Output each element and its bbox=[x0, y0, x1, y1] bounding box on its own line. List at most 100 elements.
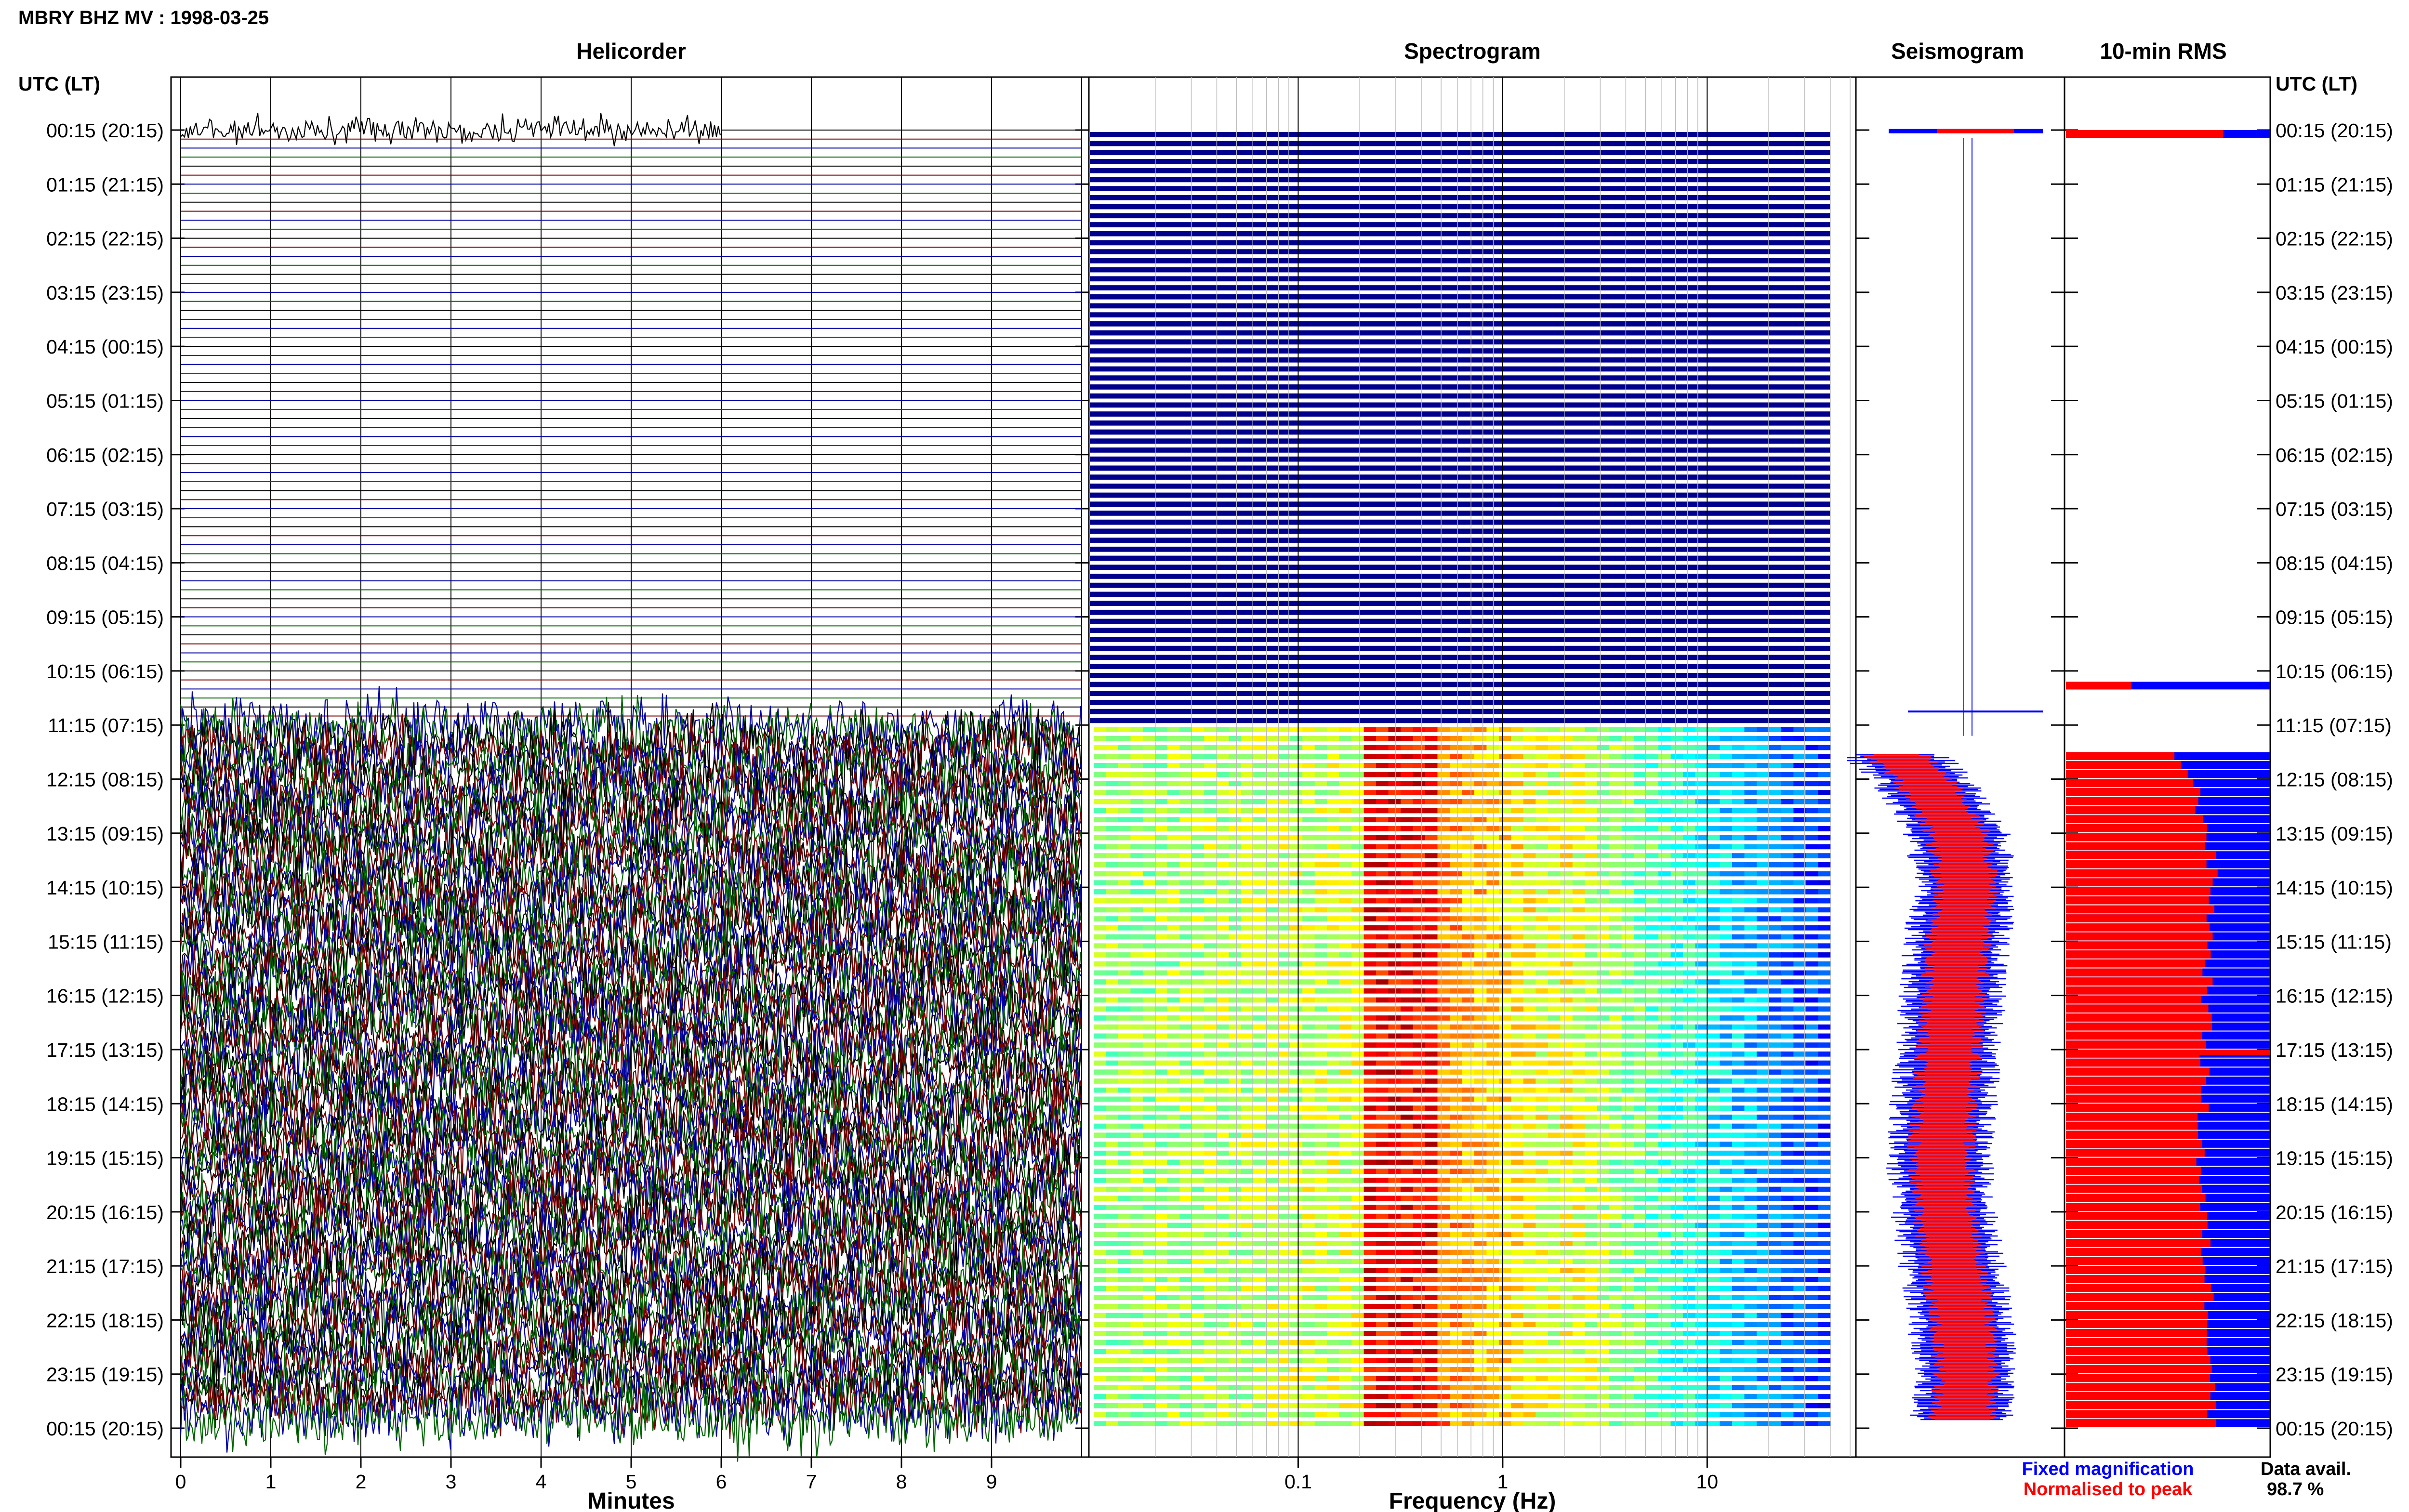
spectrogram-cell bbox=[1658, 1232, 1671, 1237]
spectrogram-cell bbox=[1413, 1240, 1426, 1246]
spectrogram-cell bbox=[1535, 889, 1549, 894]
spectrogram-cell bbox=[1388, 871, 1401, 877]
spectrogram-cell bbox=[1585, 1331, 1598, 1336]
spectrogram-cell bbox=[1707, 745, 1721, 750]
spectrogram-row bbox=[1090, 447, 1830, 453]
spectrogram-cell bbox=[1363, 1033, 1377, 1039]
spectrogram-cell bbox=[1376, 1159, 1389, 1165]
spectrogram-cell bbox=[1253, 916, 1266, 921]
spectrogram-cell bbox=[1314, 1232, 1328, 1237]
spectrogram-cell bbox=[1229, 1259, 1242, 1264]
spectrogram-cell bbox=[1339, 772, 1352, 777]
spectrogram-cell bbox=[1585, 862, 1598, 868]
spectrogram-cell bbox=[1401, 835, 1414, 841]
spectrogram-cell bbox=[1106, 1331, 1119, 1336]
spectrogram-cell bbox=[1413, 1268, 1426, 1273]
spectrogram-cell bbox=[1290, 1196, 1303, 1201]
spectrogram-cell bbox=[1450, 1286, 1463, 1291]
spectrogram-cell bbox=[1585, 1232, 1598, 1237]
spectrogram-cell bbox=[1142, 736, 1156, 741]
spectrogram-cell bbox=[1818, 1142, 1831, 1147]
spectrogram-cell bbox=[1560, 943, 1573, 949]
spectrogram-cell bbox=[1106, 1114, 1119, 1120]
spectrogram-cell bbox=[1486, 1105, 1499, 1111]
spectrogram-cell bbox=[1204, 799, 1217, 804]
spectrogram-cell bbox=[1634, 745, 1647, 750]
spectrogram-cell bbox=[1732, 1177, 1745, 1183]
spectrogram-cell bbox=[1363, 1159, 1377, 1165]
spectrogram-cell bbox=[1732, 754, 1745, 760]
spectrogram-cell bbox=[1179, 799, 1192, 804]
spectrogram-cell bbox=[1597, 1060, 1610, 1066]
spectrogram-cell bbox=[1253, 1331, 1266, 1336]
spectrogram-cell bbox=[1130, 961, 1143, 967]
spectrogram-cell bbox=[1511, 1376, 1524, 1381]
spectrogram-cell bbox=[1142, 1303, 1156, 1309]
spectrogram-cell bbox=[1142, 1367, 1156, 1372]
spectrogram-cell bbox=[1498, 889, 1512, 894]
spectrogram-cell bbox=[1634, 970, 1647, 976]
spectrogram-cell bbox=[1094, 1169, 1107, 1174]
spectrogram-cell bbox=[1450, 853, 1463, 858]
spectrogram-cell bbox=[1523, 1006, 1536, 1012]
spectrogram-cell bbox=[1155, 1033, 1168, 1039]
spectrogram-cell bbox=[1621, 1303, 1635, 1309]
spectrogram-cell bbox=[1609, 1033, 1622, 1039]
spectrogram-cell bbox=[1253, 898, 1266, 904]
spectrogram-cell bbox=[1818, 997, 1831, 1003]
spectrogram-cell bbox=[1179, 1186, 1192, 1192]
spectrogram-cell bbox=[1437, 1042, 1450, 1048]
spectrogram-cell bbox=[1363, 1205, 1377, 1210]
spectrogram-cell bbox=[1216, 1367, 1230, 1372]
spectrogram-cell bbox=[1339, 1186, 1352, 1192]
spectrogram-cell bbox=[1634, 1349, 1647, 1354]
spectrogram-cell bbox=[1462, 1213, 1475, 1219]
spectrogram-cell bbox=[1805, 1249, 1819, 1255]
spectrogram-cell bbox=[1818, 961, 1831, 967]
spectrogram-cell bbox=[1511, 1051, 1524, 1057]
spectrogram-cell bbox=[1818, 1340, 1831, 1345]
spectrogram-cell bbox=[1535, 745, 1549, 750]
spectrogram-cell bbox=[1560, 1303, 1573, 1309]
spectrogram-cell bbox=[1351, 1051, 1364, 1057]
spectrogram-cell bbox=[1204, 727, 1217, 732]
spectrogram-cell bbox=[1179, 853, 1192, 858]
spectrogram-cell bbox=[1339, 925, 1352, 931]
spectrogram-cell bbox=[1401, 1412, 1414, 1418]
spectrogram-cell bbox=[1130, 826, 1143, 831]
spectrogram-cell bbox=[1216, 1223, 1230, 1228]
spectrogram-cell bbox=[1314, 736, 1328, 741]
spectrogram-cell bbox=[1793, 1331, 1806, 1336]
spectrogram-cell bbox=[1241, 1394, 1254, 1399]
spectrogram-cell bbox=[1253, 1268, 1266, 1273]
spectrogram-cell bbox=[1523, 1024, 1536, 1030]
spectrogram-cell bbox=[1597, 1276, 1610, 1282]
spectrogram-cell bbox=[1363, 1358, 1377, 1363]
spectrogram-cell bbox=[1548, 754, 1561, 760]
spectrogram-cell bbox=[1609, 1412, 1622, 1418]
spectrogram-cell bbox=[1167, 862, 1180, 868]
spectrogram-cell bbox=[1179, 1169, 1192, 1174]
spectrogram-cell bbox=[1401, 1042, 1414, 1048]
spectrogram-cell bbox=[1216, 934, 1230, 940]
spectrogram-cell bbox=[1793, 880, 1806, 886]
spectrogram-cell bbox=[1130, 988, 1143, 994]
spectrogram-cell bbox=[1548, 790, 1561, 795]
spectrogram-cell bbox=[1142, 1078, 1156, 1084]
spectrogram-cell bbox=[1609, 961, 1622, 967]
spectrogram-cell bbox=[1818, 1114, 1831, 1120]
spectrogram-cell bbox=[1118, 1358, 1131, 1363]
spectrogram-cell bbox=[1585, 772, 1598, 777]
spectrogram-cell bbox=[1523, 979, 1536, 985]
spectrogram-cell bbox=[1241, 1421, 1254, 1426]
spectrogram-cell bbox=[1548, 1132, 1561, 1138]
spectrogram-cell bbox=[1634, 1051, 1647, 1057]
spectrogram-cell bbox=[1744, 1213, 1757, 1219]
spectrogram-cell bbox=[1732, 1213, 1745, 1219]
spectrogram-cell bbox=[1327, 1060, 1340, 1066]
spectrogram-cell bbox=[1204, 898, 1217, 904]
spectrogram-cell bbox=[1720, 1205, 1733, 1210]
spectrogram-cell bbox=[1498, 952, 1512, 958]
spectrogram-cell bbox=[1425, 1105, 1438, 1111]
spectrogram-cell bbox=[1548, 907, 1561, 913]
